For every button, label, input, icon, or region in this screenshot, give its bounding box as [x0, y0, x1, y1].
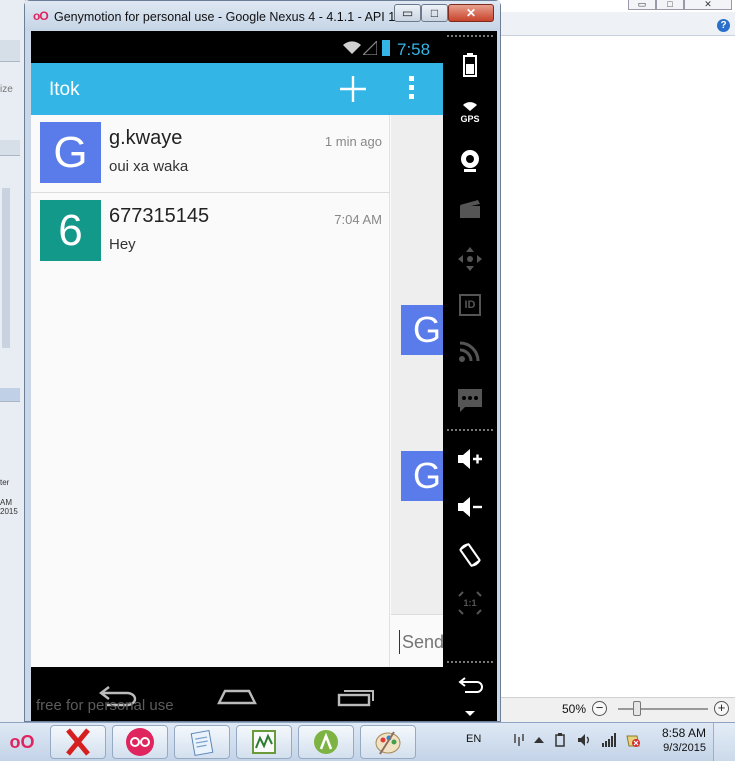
help-icon[interactable]: ? — [717, 19, 730, 32]
message-time: 1 min ago — [324, 134, 382, 149]
avatar: G — [40, 122, 101, 183]
avatar: 6 — [40, 200, 101, 261]
chat-avatar: G — [401, 305, 443, 355]
battery-icon[interactable] — [443, 45, 497, 85]
background-toolbar — [0, 388, 20, 402]
taskbar-paint-icon[interactable] — [360, 725, 416, 759]
background-text: 2015 — [0, 507, 18, 516]
sidebar-divider — [447, 35, 493, 37]
tray-expand-icon[interactable] — [532, 733, 546, 747]
android-device-screen: 7:58 Itok G g.kwaye 1 min ago oui xa wak… — [31, 31, 497, 721]
content-area: G g.kwaye 1 min ago oui xa waka 6 677315… — [31, 115, 443, 667]
background-text: ter — [0, 478, 10, 487]
watermark-text: free for personal use — [36, 697, 174, 714]
background-close-button[interactable]: ✕ — [684, 0, 732, 10]
action-bar: Itok — [31, 63, 443, 115]
gps-icon[interactable]: GPS — [443, 93, 497, 133]
zoom-out-button[interactable]: − — [592, 701, 607, 716]
conversation-item[interactable]: 6 677315145 7:04 AM Hey — [31, 193, 390, 271]
background-minimize-button[interactable]: ▭ — [628, 0, 656, 10]
volume-down-icon[interactable] — [443, 487, 497, 527]
scroll-down-icon[interactable] — [465, 711, 475, 716]
chat-pane: G G — [391, 115, 443, 667]
android-statusbar: 7:58 — [31, 33, 443, 63]
background-maximize-button[interactable]: □ — [656, 0, 684, 10]
tray-network-icon[interactable] — [512, 733, 526, 747]
overflow-menu-icon[interactable] — [406, 76, 416, 102]
show-desktop-button[interactable] — [713, 723, 735, 761]
taskbar-xampp-icon[interactable] — [50, 725, 106, 759]
background-toolbar — [500, 12, 735, 36]
gps-label: GPS — [460, 114, 480, 124]
conversation-list: G g.kwaye 1 min ago oui xa waka 6 677315… — [31, 115, 390, 667]
background-app-right — [500, 0, 735, 722]
conversation-item[interactable]: G g.kwaye 1 min ago oui xa waka — [31, 115, 390, 193]
screencast-icon — [443, 189, 497, 229]
status-time: 7:58 — [397, 40, 431, 59]
tray-device-icon[interactable] — [553, 733, 567, 747]
pixel-perfect-icon: 1:1 — [443, 583, 497, 623]
taskbar-android-studio-icon[interactable] — [298, 725, 354, 759]
start-app-icon[interactable]: oO — [0, 727, 44, 757]
recent-apps-icon[interactable] — [337, 685, 377, 707]
sms-icon — [443, 381, 497, 421]
battery-status-icon — [382, 40, 390, 56]
maximize-button[interactable]: □ — [421, 4, 448, 22]
zoom-in-button[interactable]: + — [714, 701, 729, 716]
contact-name: g.kwaye — [109, 127, 183, 149]
volume-icon[interactable] — [577, 733, 591, 747]
genymotion-logo-icon: oO — [33, 9, 49, 23]
background-toolbar — [0, 40, 20, 62]
home-icon[interactable] — [217, 685, 257, 707]
rotate-icon[interactable] — [443, 535, 497, 575]
background-text: AM — [0, 498, 12, 507]
language-indicator[interactable]: EN — [466, 733, 481, 745]
window-titlebar[interactable]: oO Genymotion for personal use - Google … — [25, 1, 500, 31]
background-app-left: ize ter AM 2015 — [0, 0, 26, 722]
taskbar-genymotion-icon[interactable] — [112, 725, 168, 759]
sidebar-divider — [447, 661, 493, 663]
windows-taskbar: oO — [0, 722, 735, 761]
close-button[interactable]: ✕ — [448, 4, 494, 22]
message-preview: Hey — [109, 236, 136, 253]
volume-up-icon[interactable] — [443, 439, 497, 479]
genymotion-sidebar: GPS ID 1:1 — [443, 31, 497, 721]
window-title: Genymotion for personal use - Google Nex… — [54, 10, 406, 24]
minimize-button[interactable]: ▭ — [394, 4, 421, 22]
message-preview: oui xa waka — [109, 158, 189, 175]
genymotion-window: oO Genymotion for personal use - Google … — [24, 0, 501, 722]
network-icon — [443, 331, 497, 371]
wifi-icon — [343, 41, 361, 54]
taskbar-notepad-icon[interactable] — [174, 725, 230, 759]
app-title: Itok — [49, 79, 80, 100]
clock-date[interactable]: 9/3/2015 — [656, 742, 706, 754]
device-id-label: ID — [459, 294, 481, 316]
zoom-slider-track[interactable] — [618, 708, 708, 710]
sidebar-divider — [447, 429, 493, 431]
message-time: 7:04 AM — [334, 212, 382, 227]
action-center-icon[interactable] — [626, 733, 640, 747]
back-icon[interactable] — [443, 665, 497, 705]
taskbar-editor-icon[interactable] — [236, 725, 292, 759]
dpad-icon — [443, 239, 497, 279]
background-panel — [2, 188, 10, 348]
zoom-slider-thumb[interactable] — [633, 701, 641, 716]
background-toolbar — [0, 140, 20, 156]
device-id-icon: ID — [443, 285, 497, 325]
signal-strength-icon[interactable] — [602, 733, 616, 747]
signal-icon — [363, 41, 377, 55]
zoom-level: 50% — [562, 702, 587, 716]
webcam-icon[interactable] — [443, 141, 497, 181]
contact-name: 677315145 — [109, 205, 210, 227]
chat-avatar: G — [401, 451, 443, 501]
add-icon[interactable] — [337, 72, 369, 106]
send-input[interactable] — [399, 630, 443, 654]
background-text: ize — [0, 84, 13, 95]
clock-time[interactable]: 8:58 AM — [656, 726, 706, 740]
pixel-perfect-label: 1:1 — [463, 597, 477, 608]
